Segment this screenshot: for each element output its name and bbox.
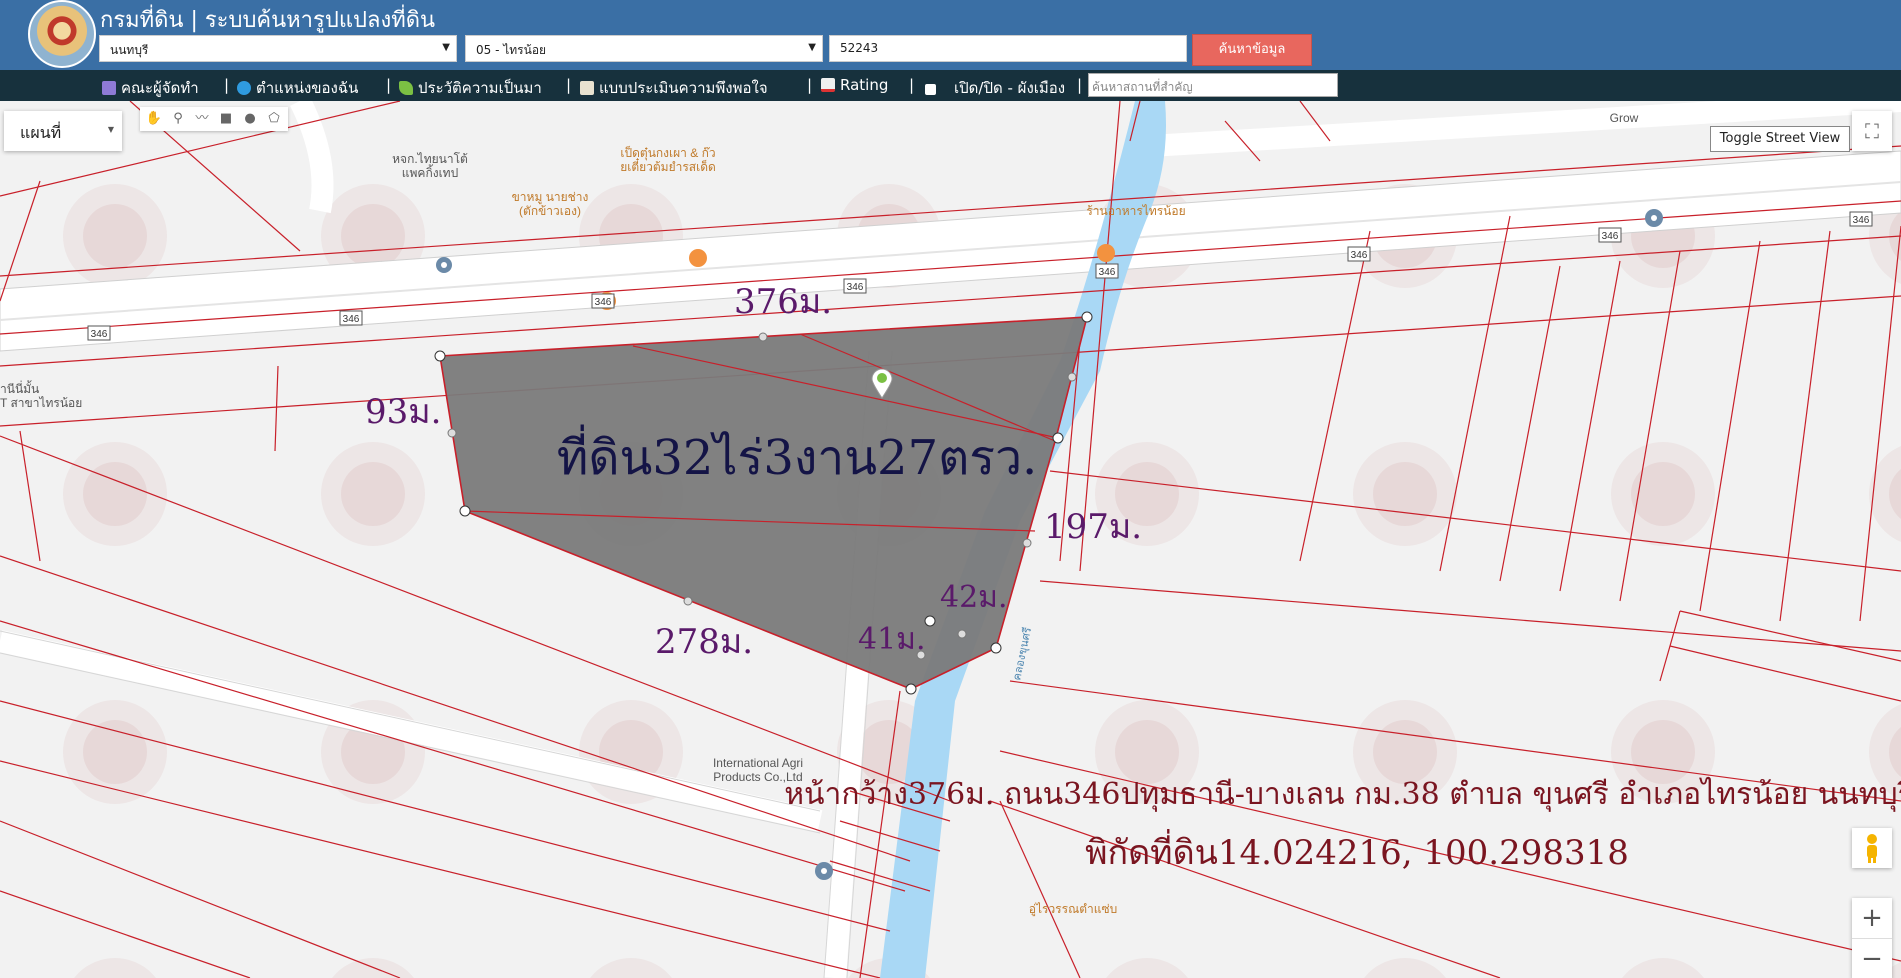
- landmark-search-input[interactable]: ค้นหาสถานที่สำคัญ: [1088, 73, 1338, 97]
- map-canvas[interactable]: 346 346 346 346 346 346 346 346 หจก.ไทยน…: [0, 101, 1901, 978]
- checkbox-icon[interactable]: [925, 84, 936, 95]
- district-value: 05 - ไทรน้อย: [476, 43, 547, 57]
- landmark-search-placeholder: ค้นหาสถานที่สำคัญ: [1092, 80, 1193, 94]
- svg-text:346: 346: [847, 282, 864, 293]
- nav-separator: |: [224, 76, 230, 94]
- nav-survey-label: แบบประเมินความพึงพอใจ: [599, 79, 768, 97]
- bank-label: านีนี่มั้น: [0, 380, 39, 396]
- nav-history[interactable]: ประวัติความเป็นมา: [399, 76, 542, 100]
- app-title: กรมที่ดิน | ระบบค้นหารูปแปลงที่ดิน: [100, 8, 436, 33]
- header-bar: กรมที่ดิน | ระบบค้นหารูปแปลงที่ดิน นนทบุ…: [0, 0, 1901, 70]
- nav-separator: |: [807, 76, 813, 94]
- road-shield: 346: [1095, 263, 1119, 279]
- parcel-info-line1: หน้ากว้าง376ม. ถนน346ปทุมธานี-บางเลน กม.…: [784, 776, 1901, 813]
- road-shield: 346: [87, 325, 111, 341]
- zoom-control: + −: [1852, 898, 1892, 978]
- restaurant-label: ร้านอาหารไทรน้อย: [1086, 204, 1185, 218]
- polyline-tool-icon[interactable]: 〰: [190, 107, 214, 131]
- parcel-info-line2: พิกัดที่ดิน14.024216, 100.298318: [1085, 829, 1629, 873]
- restaurant-label: ยเตี๋ยวต้มยำรสเด็ด: [620, 157, 716, 174]
- nav-rating-label: Rating: [840, 76, 889, 94]
- place-pin-icon[interactable]: [1645, 209, 1663, 227]
- school-pin-icon[interactable]: [436, 257, 452, 273]
- svg-text:346: 346: [1099, 267, 1116, 278]
- nav-my-location-label: ตำแหน่งของฉัน: [256, 79, 359, 97]
- map-layer: 346 346 346 346 346 346 346 346 หจก.ไทยน…: [0, 101, 1901, 978]
- road-shield: 346: [591, 293, 615, 309]
- province-select[interactable]: นนทบุรี ▼: [99, 35, 457, 62]
- measure-bottom: 278ม.: [655, 622, 753, 662]
- toggle-street-view-button[interactable]: Toggle Street View: [1710, 126, 1850, 152]
- nav-toggle-cityplan[interactable]: เปิด/ปิด - ผังเมือง: [925, 76, 1065, 100]
- restaurant-pin-icon[interactable]: [689, 249, 707, 267]
- nav-rating[interactable]: Rating: [821, 76, 888, 94]
- street-view-pegman-icon[interactable]: [1852, 828, 1892, 868]
- measure-right: 197ม.: [1044, 507, 1142, 547]
- school-label: หจก.ไทยนาโต้: [392, 152, 468, 166]
- measure-small-b: 41ม.: [858, 622, 926, 657]
- road-shield: 346: [1347, 246, 1371, 262]
- chart-icon: [821, 78, 835, 92]
- drawing-toolbar: ✋ ⚲ 〰 ■ ● ⬠: [140, 107, 288, 131]
- nav-separator: |: [909, 76, 915, 94]
- grow-label: Grow: [1610, 111, 1639, 125]
- svg-text:346: 346: [91, 329, 108, 340]
- zoom-out-icon[interactable]: −: [1852, 939, 1892, 978]
- bank-label: T สาขาไทรน้อย: [0, 396, 82, 410]
- district-select[interactable]: 05 - ไทรน้อย ▼: [465, 35, 823, 62]
- road-shield: 346: [1598, 227, 1622, 243]
- department-logo-icon: [28, 0, 96, 68]
- pan-hand-icon[interactable]: ✋: [142, 107, 166, 131]
- restaurant-label: เป็ดตุ๋นกงเผา & ก๊ว: [620, 145, 715, 161]
- nav-bar: คณะผู้จัดทำ | ตำแหน่งของฉัน | ประวัติควา…: [0, 70, 1901, 101]
- restaurant-pin-icon[interactable]: [1097, 244, 1115, 262]
- search-button[interactable]: ค้นหาข้อมูล: [1192, 34, 1312, 66]
- globe-icon: [237, 81, 251, 95]
- svg-text:346: 346: [1602, 231, 1619, 242]
- nav-my-location[interactable]: ตำแหน่งของฉัน: [237, 76, 358, 100]
- school-label: แพคกิ้งเทป: [402, 164, 458, 180]
- parcel-number-value: 52243: [840, 41, 879, 55]
- marker-tool-icon[interactable]: ⚲: [166, 107, 190, 131]
- measure-small-a: 42ม.: [940, 580, 1008, 615]
- measure-top: 376ม.: [734, 282, 832, 322]
- province-value: นนทบุรี: [110, 43, 149, 57]
- nav-separator: |: [566, 76, 572, 94]
- nav-toggle-cityplan-label: เปิด/ปิด - ผังเมือง: [954, 79, 1066, 97]
- nav-team[interactable]: คณะผู้จัดทำ: [102, 76, 199, 100]
- restaurant-label: ขาหมู นายช่าง: [512, 190, 589, 205]
- rectangle-tool-icon[interactable]: ■: [214, 107, 238, 131]
- zoom-in-icon[interactable]: +: [1852, 898, 1892, 938]
- measure-left: 93ม.: [365, 392, 441, 432]
- restaurant-label: (ตักข้าวเอง): [519, 204, 581, 218]
- polygon-tool-icon[interactable]: ⬠: [262, 107, 286, 131]
- parcel-number-input[interactable]: 52243: [829, 35, 1187, 62]
- nav-survey[interactable]: แบบประเมินความพึงพอใจ: [580, 76, 768, 100]
- road-shield: 346: [1849, 211, 1873, 227]
- svg-text:346: 346: [1853, 215, 1870, 226]
- parcel-area-label: ที่ดิน32ไร่3งาน27ตรว.: [557, 424, 1038, 486]
- road-shield: 346: [339, 310, 363, 326]
- team-icon: [102, 81, 116, 95]
- chevron-down-icon: ▼: [107, 125, 114, 134]
- svg-text:346: 346: [1351, 250, 1368, 261]
- company-label: International Agri: [713, 756, 803, 770]
- svg-text:346: 346: [595, 297, 612, 308]
- nav-separator: |: [386, 76, 392, 94]
- plant-icon: [399, 81, 413, 95]
- road-shield: 346: [843, 278, 867, 294]
- fullscreen-icon[interactable]: ⛶: [1852, 111, 1892, 151]
- map-type-select[interactable]: แผนที่ ▼: [4, 111, 122, 151]
- restaurant-label: อู่ไรวรรณตำแซ่บ: [1029, 902, 1117, 917]
- chevron-down-icon: ▼: [808, 42, 816, 53]
- nav-history-label: ประวัติความเป็นมา: [418, 79, 542, 97]
- circle-tool-icon[interactable]: ●: [238, 107, 262, 131]
- form-icon: [580, 81, 594, 95]
- svg-text:346: 346: [343, 314, 360, 325]
- map-type-label: แผนที่: [20, 123, 62, 142]
- chevron-down-icon: ▼: [442, 42, 450, 53]
- company-pin-icon[interactable]: [815, 862, 833, 880]
- nav-team-label: คณะผู้จัดทำ: [121, 79, 199, 97]
- nav-separator: |: [1077, 76, 1083, 94]
